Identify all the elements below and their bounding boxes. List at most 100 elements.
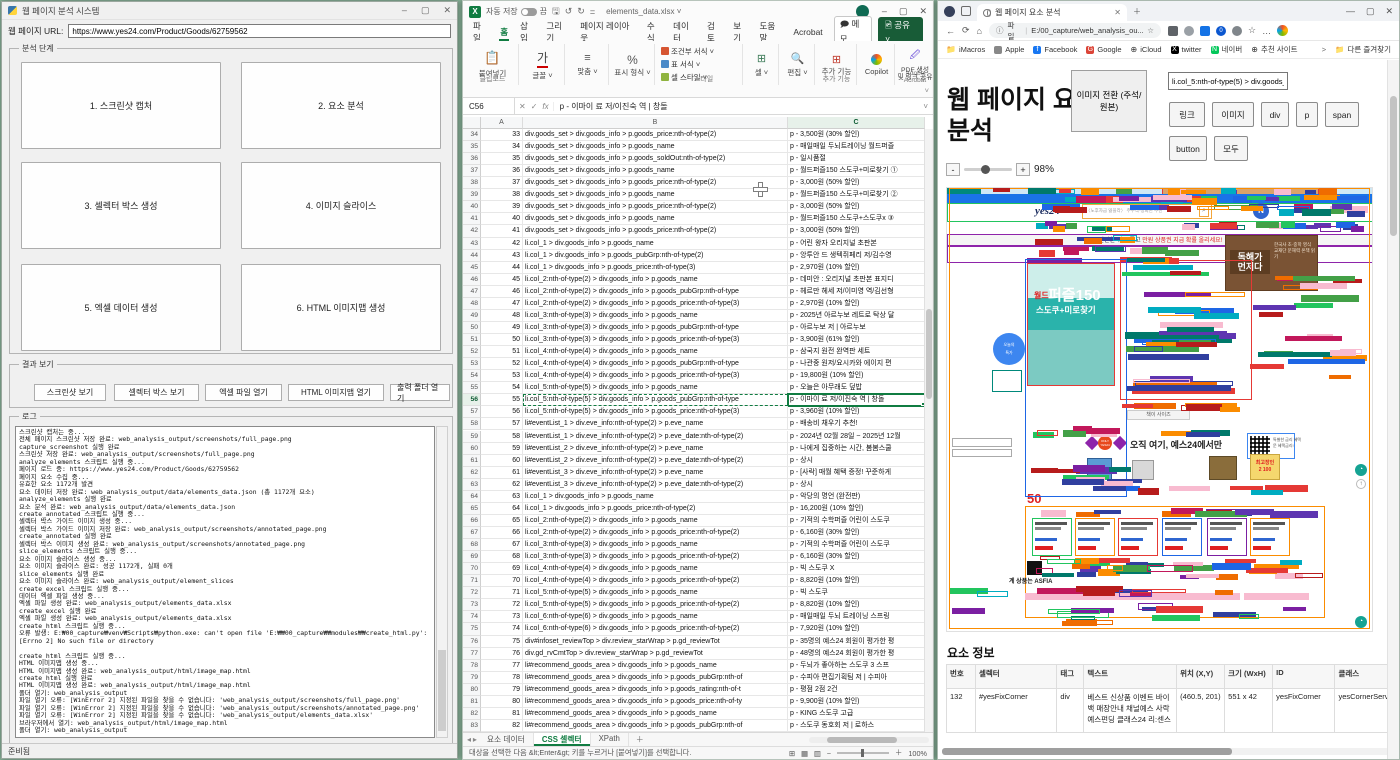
table-row[interactable]: 132#yesFixCornerdiv베스트 신상품 이벤트 바이백 매장안내 …: [947, 689, 1387, 733]
editing-label[interactable]: 편집 ˅: [787, 67, 807, 78]
normal-view-icon[interactable]: ⊞: [789, 749, 795, 758]
cell-C37[interactable]: p - 월드퍼즐150 스도쿠+미로찾기 ①: [788, 165, 925, 177]
cell-C71[interactable]: p - 8,820원 (10% 할인): [788, 575, 925, 587]
cell-B82[interactable]: li#recommend_goods_area > div.goods_info…: [523, 708, 788, 720]
cell-B83[interactable]: li#recommend_goods_area > div.goods_info…: [523, 720, 788, 732]
cell-B63[interactable]: li#eventList_3 > div.eve_info:nth-of-typ…: [523, 479, 788, 491]
cell-C81[interactable]: p - 9,900원 (10% 할인): [788, 696, 925, 708]
result-button-3[interactable]: 엑셀 파일 열기: [205, 384, 282, 401]
cell-B62[interactable]: li#eventList_3 > div.eve_info:nth-of-typ…: [523, 467, 788, 479]
result-button-1[interactable]: 스크린샷 보기: [34, 384, 106, 401]
ribbon-tab-수식[interactable]: 수식: [647, 20, 662, 44]
formula-value[interactable]: p - 이마이 료 저/이진숙 역 | 창돌: [554, 101, 668, 112]
cell-B46[interactable]: li.col_2:nth-of-type(2) > div.goods_info…: [523, 274, 788, 286]
cell-B50[interactable]: li.col_3:nth-of-type(3) > div.goods_info…: [523, 322, 788, 334]
number-format-label[interactable]: 표시 형식 ˅: [614, 69, 650, 77]
cell-B42[interactable]: div.goods_set > div.goods_info > p.goods…: [523, 225, 788, 237]
zoom-in-icon[interactable]: ＋: [895, 748, 902, 758]
row-header-42[interactable]: 42: [463, 225, 481, 237]
cell-B47[interactable]: li.col_2:nth-of-type(2) > div.goods_info…: [523, 286, 788, 298]
ribbon-tab-도움말[interactable]: 도움말: [760, 20, 783, 44]
cell-B72[interactable]: li.col_5:nth-of-type(5) > div.goods_info…: [523, 587, 788, 599]
row-header-59[interactable]: 59: [463, 431, 481, 443]
cell-B43[interactable]: li.col_1 > div.goods_info > p.goods_name: [523, 238, 788, 250]
shield-extension-icon[interactable]: 0: [1216, 26, 1226, 36]
cell-C60[interactable]: p - 나에게 집중하는 시간, 봄봄스쿨: [788, 443, 925, 455]
filter-button-div[interactable]: div: [1261, 102, 1289, 127]
row-header-67[interactable]: 67: [463, 527, 481, 539]
bookmarks-overflow-icon[interactable]: >: [1322, 45, 1326, 54]
row-header-75[interactable]: 75: [463, 623, 481, 635]
profile-icon[interactable]: [944, 6, 955, 17]
grid-vscrollbar[interactable]: [924, 129, 933, 732]
row-header-71[interactable]: 71: [463, 575, 481, 587]
cell-A34[interactable]: 33: [481, 129, 523, 141]
sheet-tab-요소 데이터[interactable]: 요소 데이터: [479, 733, 534, 746]
cell-C69[interactable]: p - 6,160원 (30% 할인): [788, 551, 925, 563]
row-header-39[interactable]: 39: [463, 189, 481, 201]
step-button-1[interactable]: 1. 스크린샷 캡처: [21, 62, 221, 149]
cell-C50[interactable]: p - 아르누보 저 | 아르누보: [788, 322, 925, 334]
cells-label[interactable]: 셀 ˅: [755, 67, 768, 78]
page-break-icon[interactable]: ▥: [814, 749, 821, 758]
cell-A59[interactable]: 58: [481, 431, 523, 443]
sheet-tab-CSS 셀렉터[interactable]: CSS 셀렉터: [534, 733, 591, 746]
cell-A64[interactable]: 63: [481, 491, 523, 503]
row-header-41[interactable]: 41: [463, 213, 481, 225]
cell-C56[interactable]: p - 이마이 료 저/이진숙 역 | 창돌: [788, 394, 925, 406]
cell-A67[interactable]: 66: [481, 527, 523, 539]
favorite-star-icon[interactable]: ☆: [1147, 26, 1154, 35]
edge-maximize-icon[interactable]: ▢: [1366, 6, 1375, 17]
cell-A51[interactable]: 50: [481, 334, 523, 346]
cell-C74[interactable]: p - 매일매일 두뇌 트레이닝 스프링: [788, 611, 925, 623]
cell-A62[interactable]: 61: [481, 467, 523, 479]
cell-A56[interactable]: 55: [481, 394, 523, 406]
cell-C68[interactable]: p - 기적의 수학퍼즐 어린이 스도쿠: [788, 539, 925, 551]
row-header-36[interactable]: 36: [463, 153, 481, 165]
name-box[interactable]: C56: [463, 98, 515, 114]
zoom-in-button[interactable]: +: [1016, 163, 1030, 176]
copilot-browser-icon[interactable]: [1277, 25, 1288, 36]
info-icon[interactable]: ⓘ: [996, 25, 1004, 36]
cell-C70[interactable]: p - 빅 스도쿠 X: [788, 563, 925, 575]
row-header-46[interactable]: 46: [463, 274, 481, 286]
cell-B54[interactable]: li.col_4:nth-of-type(4) > div.goods_info…: [523, 370, 788, 382]
row-header-60[interactable]: 60: [463, 443, 481, 455]
step-button-3[interactable]: 3. 셀렉터 박스 생성: [21, 162, 221, 249]
row-header-52[interactable]: 52: [463, 346, 481, 358]
cell-A71[interactable]: 70: [481, 575, 523, 587]
bookmark-Google[interactable]: GGoogle: [1086, 45, 1121, 54]
cells-icon[interactable]: ⊞: [757, 52, 766, 65]
extension-icon[interactable]: [1232, 26, 1242, 36]
cell-A35[interactable]: 34: [481, 141, 523, 153]
log-scrollbar[interactable]: [436, 426, 448, 738]
cell-C79[interactable]: p - 수피아 편집기획팀 저 | 수피아: [788, 672, 925, 684]
row-header-76[interactable]: 76: [463, 636, 481, 648]
autosave-toggle[interactable]: [521, 8, 537, 16]
cell-B80[interactable]: li#recommend_goods_area > div.goods_info…: [523, 684, 788, 696]
cell-C65[interactable]: p - 16,200원 (10% 할인): [788, 503, 925, 515]
extension-icon[interactable]: [1168, 26, 1178, 36]
row-header-45[interactable]: 45: [463, 262, 481, 274]
cell-A58[interactable]: 57: [481, 418, 523, 430]
cell-B69[interactable]: li.col_3:nth-of-type(3) > div.goods_info…: [523, 551, 788, 563]
cell-A37[interactable]: 36: [481, 165, 523, 177]
row-header-74[interactable]: 74: [463, 611, 481, 623]
row-header-34[interactable]: 34: [463, 129, 481, 141]
result-button-4[interactable]: HTML 이미지맵 열기: [288, 384, 384, 401]
filter-button-span[interactable]: span: [1325, 102, 1359, 127]
zoom-slider-thumb[interactable]: [981, 165, 990, 174]
align-label[interactable]: 맞춤 ˅: [577, 66, 597, 77]
editing-icon[interactable]: 🔍: [791, 52, 805, 65]
cell-B39[interactable]: div.goods_set > div.goods_info > p.goods…: [523, 189, 788, 201]
cancel-icon[interactable]: ✕: [519, 102, 526, 111]
bookmark-Apple[interactable]: Apple: [994, 45, 1024, 54]
cell-C61[interactable]: p - 상시: [788, 455, 925, 467]
zoom-out-button[interactable]: -: [946, 163, 960, 176]
cell-B35[interactable]: div.goods_set > div.goods_info > p.goods…: [523, 141, 788, 153]
cell-A52[interactable]: 51: [481, 346, 523, 358]
font-icon[interactable]: 가: [537, 49, 548, 68]
bookmark-추천 사이트[interactable]: ⊕추천 사이트: [1251, 44, 1297, 55]
cell-C49[interactable]: p - 2025년 아르누보 레트로 탁상 달: [788, 310, 925, 322]
maximize-icon[interactable]: ▢: [421, 5, 430, 16]
